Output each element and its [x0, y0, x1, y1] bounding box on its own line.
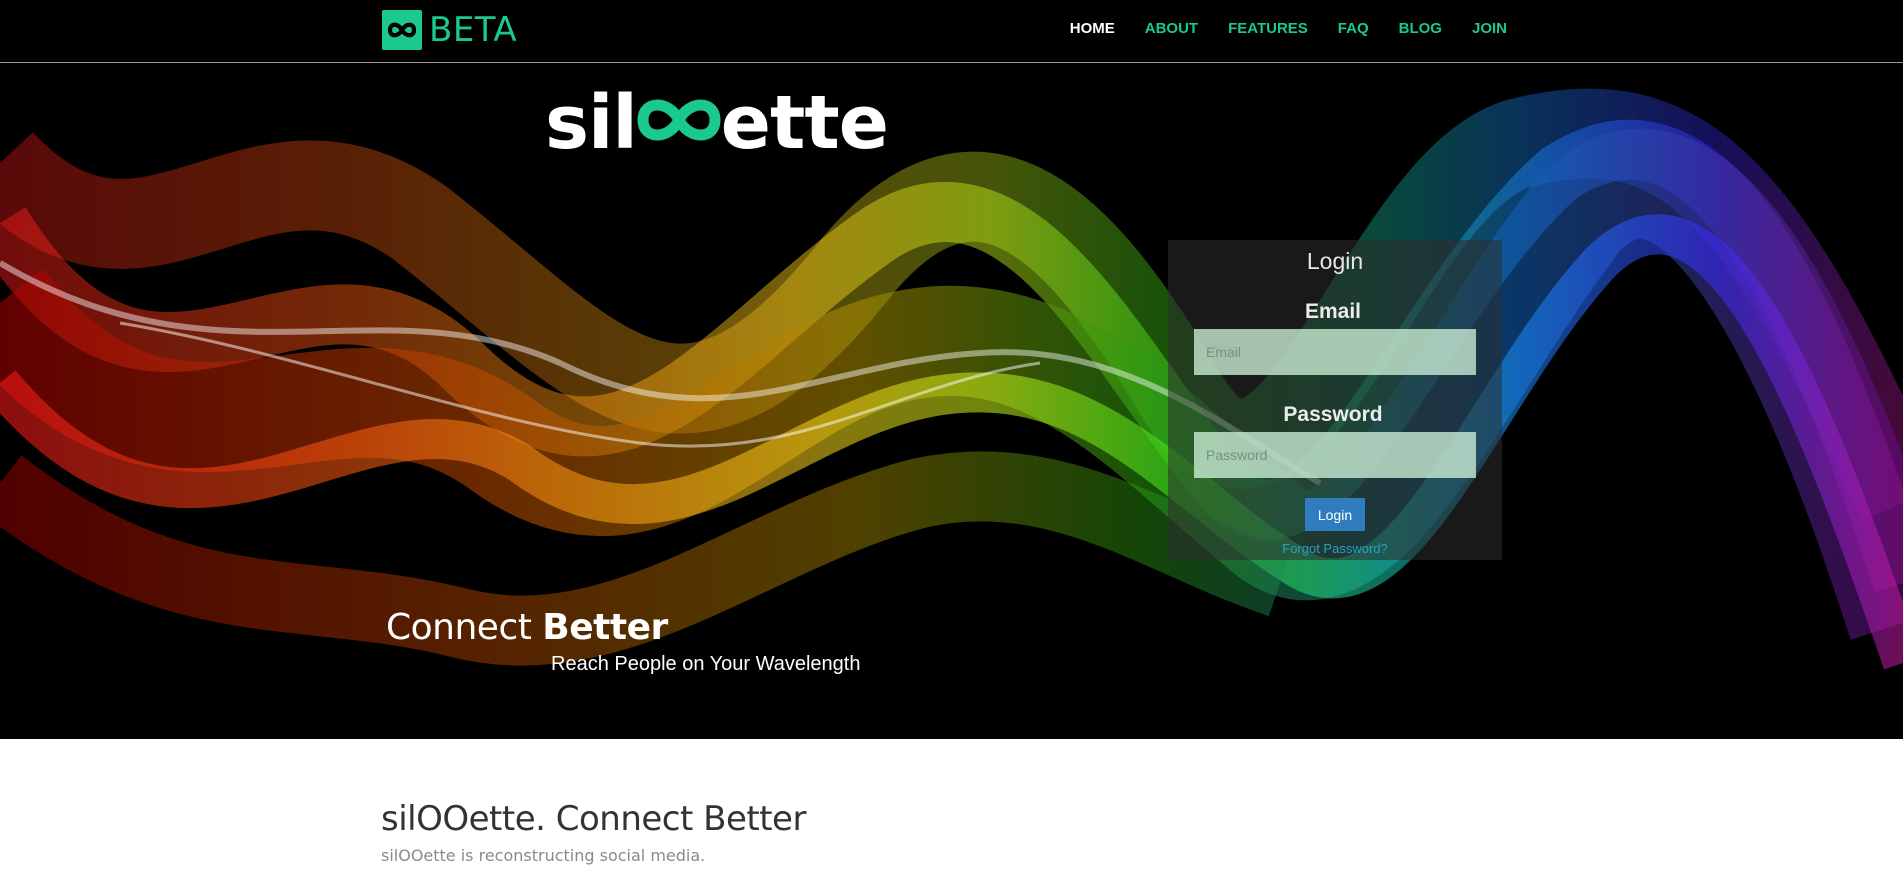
forgot-password-link[interactable]: Forgot Password?: [1168, 541, 1502, 556]
hero-subtagline: Reach People on Your Wavelength: [551, 653, 861, 675]
login-button[interactable]: Login: [1305, 498, 1365, 531]
nav-join-link[interactable]: JOIN: [1457, 20, 1522, 37]
email-field[interactable]: [1194, 329, 1476, 375]
brand-logo-link[interactable]: BETA: [382, 10, 517, 50]
top-navbar: BETA HOME ABOUT FEATURES FAQ BLOG JOIN: [0, 0, 1903, 63]
intro-text: silOOette is reconstructing social media…: [381, 846, 706, 865]
password-field[interactable]: [1194, 432, 1476, 478]
intro-section: silOOette. Connect Better silOOette is r…: [0, 739, 1903, 881]
email-label: Email: [1304, 300, 1362, 323]
login-panel: Login Email Password Login Forgot Passwo…: [1168, 240, 1502, 560]
nav-blog-link[interactable]: BLOG: [1384, 20, 1457, 37]
nav-faq-link[interactable]: FAQ: [1323, 20, 1384, 37]
brand-beta-label: BETA: [429, 10, 518, 50]
logo-suffix: ette: [720, 80, 889, 166]
login-title: Login: [1306, 248, 1364, 274]
nav-about-link[interactable]: ABOUT: [1130, 20, 1213, 37]
main-nav: HOME ABOUT FEATURES FAQ BLOG JOIN: [1055, 0, 1522, 56]
infinity-icon: [635, 83, 723, 163]
intro-heading: silOOette. Connect Better: [381, 799, 806, 839]
logo-prefix: sil: [545, 80, 638, 166]
hero-banner: sil ette Login Email Password Login Forg…: [0, 63, 1903, 739]
infinity-icon: [382, 10, 422, 50]
hero-tagline: Connect Better: [386, 608, 668, 648]
password-label: Password: [1283, 403, 1383, 426]
wave-group: [0, 88, 1903, 670]
rainbow-wave-background: [0, 88, 1903, 670]
nav-home-link[interactable]: HOME: [1055, 20, 1130, 37]
nav-features-link[interactable]: FEATURES: [1213, 20, 1323, 37]
tagline-regular: Connect: [386, 607, 543, 648]
silooette-logo: sil ette: [545, 80, 889, 166]
tagline-bold: Better: [542, 607, 668, 648]
